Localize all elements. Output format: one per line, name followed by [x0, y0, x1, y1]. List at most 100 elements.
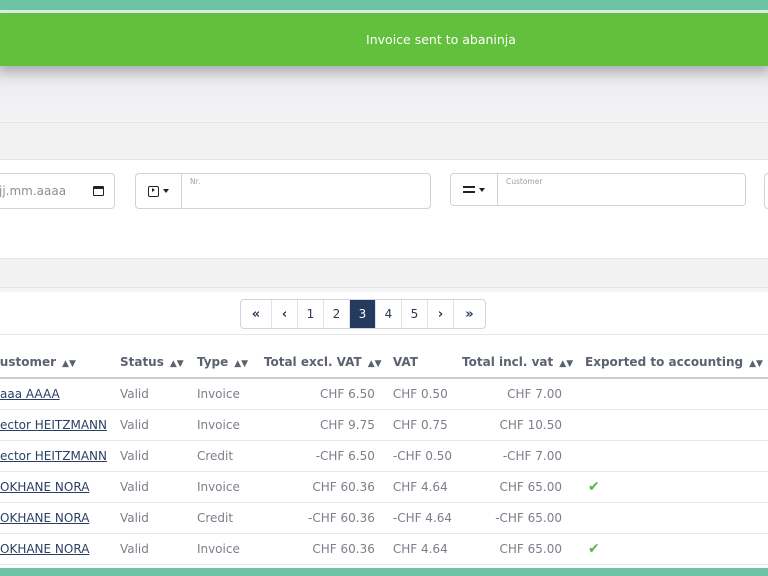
cell-customer: OKHANE NORA [0, 533, 110, 565]
sort-icon[interactable]: ▲▼ [559, 359, 573, 369]
caret-down-icon [163, 189, 169, 193]
cell-total-incl: CHF 65.00 [452, 471, 575, 503]
header-band [0, 66, 768, 120]
cell-vat: CHF 0.50 [382, 378, 453, 410]
cell-total-excl: -CHF 60.36 [253, 502, 383, 534]
top-accent-strip [0, 0, 768, 10]
customer-link[interactable]: aaa AAAA [0, 387, 60, 401]
cell-vat: CHF 4.64 [382, 471, 453, 503]
sort-icon[interactable]: ▲▼ [368, 359, 382, 369]
page-button[interactable]: 2 [324, 300, 350, 328]
check-icon: ✔ [588, 478, 600, 495]
cell-exported: ✔ [575, 471, 768, 503]
cell-total-excl: CHF 60.36 [253, 471, 383, 503]
cell-exported: ✔ [575, 533, 768, 565]
col-header-label: Total incl. vat [462, 354, 554, 369]
sort-icon[interactable]: ▲▼ [234, 359, 248, 369]
pagination: « ‹ 1 2 3 4 5 › » [240, 299, 486, 329]
col-header-total-incl[interactable]: Total incl. vat ▲▼ [452, 346, 575, 379]
sort-icon[interactable]: ▲▼ [62, 359, 76, 369]
cell-customer: ector HEITZMANN [0, 409, 110, 441]
next-page-button[interactable]: › [428, 300, 454, 328]
caret-down-icon [479, 187, 485, 192]
date-placeholder: jj.mm.aaaa [0, 184, 67, 198]
double-chevron-left-icon: « [251, 306, 261, 322]
col-header-customer[interactable]: Customer ▲▼ [0, 346, 110, 379]
table-row[interactable]: aaa AAAA Valid Invoice CHF 6.50 CHF 0.50 CHF … [0, 378, 768, 410]
nr-operator-dropdown[interactable] [135, 173, 181, 209]
customer-link[interactable]: OKHANE NORA [0, 542, 89, 556]
success-toast[interactable]: Invoice sent to abaninja [0, 13, 768, 66]
cell-vat: -CHF 4.64 [382, 502, 453, 534]
cell-type: Invoice [186, 471, 254, 503]
filter-panel-header [0, 122, 768, 160]
table-row[interactable]: OKHANE NORA Valid Credit -CHF 60.36 -CHF 4.6… [0, 502, 768, 534]
col-header-exported[interactable]: Exported to accounting ▲▼ [575, 346, 768, 379]
last-page-button[interactable]: » [454, 300, 485, 328]
table-row[interactable]: ector HEITZMANN Valid Credit -CHF 6.50 -CHF … [0, 440, 768, 472]
cell-vat: -CHF 0.50 [382, 440, 453, 472]
calendar-icon[interactable] [93, 186, 104, 196]
chevron-left-icon: ‹ [281, 306, 288, 322]
cell-type: Invoice [186, 533, 254, 565]
table-row[interactable]: OKHANE NORA Valid Invoice CHF 60.36 CHF 4.64… [0, 533, 768, 565]
toast-message: Invoice sent to abaninja [366, 32, 516, 47]
cell-customer: OKHANE NORA [0, 502, 110, 534]
col-header-label: Customer [0, 354, 57, 369]
cell-exported [575, 440, 768, 472]
cell-total-excl: CHF 6.50 [253, 378, 383, 410]
cell-type: Credit [186, 502, 254, 534]
cell-type: Invoice [186, 409, 254, 441]
table-row[interactable]: OKHANE NORA Valid Invoice CHF 60.36 CHF 4.64… [0, 471, 768, 503]
check-icon: ✔ [588, 540, 600, 557]
col-header-status[interactable]: Status ▲▼ [109, 346, 187, 379]
page-button[interactable]: 1 [298, 300, 324, 328]
customer-link[interactable]: ector HEITZMANN [0, 449, 107, 463]
cell-total-incl: CHF 65.00 [452, 533, 575, 565]
cell-status: Valid [109, 440, 187, 472]
cell-exported [575, 502, 768, 534]
page-button-current[interactable]: 3 [350, 300, 376, 328]
cell-customer: OKHANE NORA [0, 471, 110, 503]
cell-status: Valid [109, 409, 187, 441]
customer-link[interactable]: OKHANE NORA [0, 480, 89, 494]
page-button[interactable]: 4 [376, 300, 402, 328]
date-input[interactable]: jj.mm.aaaa [0, 173, 115, 209]
col-header-total-excl[interactable]: Total excl. VAT ▲▼ [253, 346, 383, 379]
next-filter-field[interactable] [764, 173, 768, 209]
nr-field[interactable]: Nr. [181, 173, 431, 209]
double-chevron-right-icon: » [465, 306, 474, 322]
col-header-type[interactable]: Type ▲▼ [186, 346, 254, 379]
col-header-label: Status [119, 354, 164, 369]
chevron-right-icon: › [437, 306, 444, 322]
nr-label: Nr. [190, 177, 201, 186]
sort-icon[interactable]: ▲▼ [170, 359, 184, 369]
customer-link[interactable]: ector HEITZMANN [0, 418, 107, 432]
cell-total-excl: CHF 9.75 [253, 409, 383, 441]
cell-exported [575, 409, 768, 441]
table-row[interactable]: ector HEITZMANN Valid Invoice CHF 9.75 CHF 0… [0, 409, 768, 441]
prev-page-button[interactable]: ‹ [272, 300, 298, 328]
cell-total-incl: -CHF 65.00 [452, 502, 575, 534]
cell-total-incl: CHF 7.00 [452, 378, 575, 410]
col-header-label: Type [196, 354, 229, 369]
cell-exported [575, 378, 768, 410]
first-page-button[interactable]: « [241, 300, 272, 328]
cell-status: Valid [109, 502, 187, 534]
cell-customer: aaa AAAA [0, 378, 110, 410]
cell-vat: CHF 0.75 [382, 409, 453, 441]
customer-operator-dropdown[interactable] [450, 173, 497, 206]
cell-total-excl: CHF 60.36 [253, 533, 383, 565]
cell-status: Valid [109, 471, 187, 503]
equals-icon [463, 186, 475, 193]
customer-field[interactable]: Customer [497, 173, 746, 206]
customer-link[interactable]: OKHANE NORA [0, 511, 89, 525]
col-header-label: Total excl. VAT [263, 354, 362, 369]
sort-icon[interactable]: ▲▼ [749, 359, 763, 369]
page-button[interactable]: 5 [402, 300, 428, 328]
col-header-label: VAT [392, 354, 418, 369]
bottom-accent-strip [0, 568, 768, 576]
cell-status: Valid [109, 533, 187, 565]
cell-status: Valid [109, 378, 187, 410]
cell-total-excl: -CHF 6.50 [253, 440, 383, 472]
